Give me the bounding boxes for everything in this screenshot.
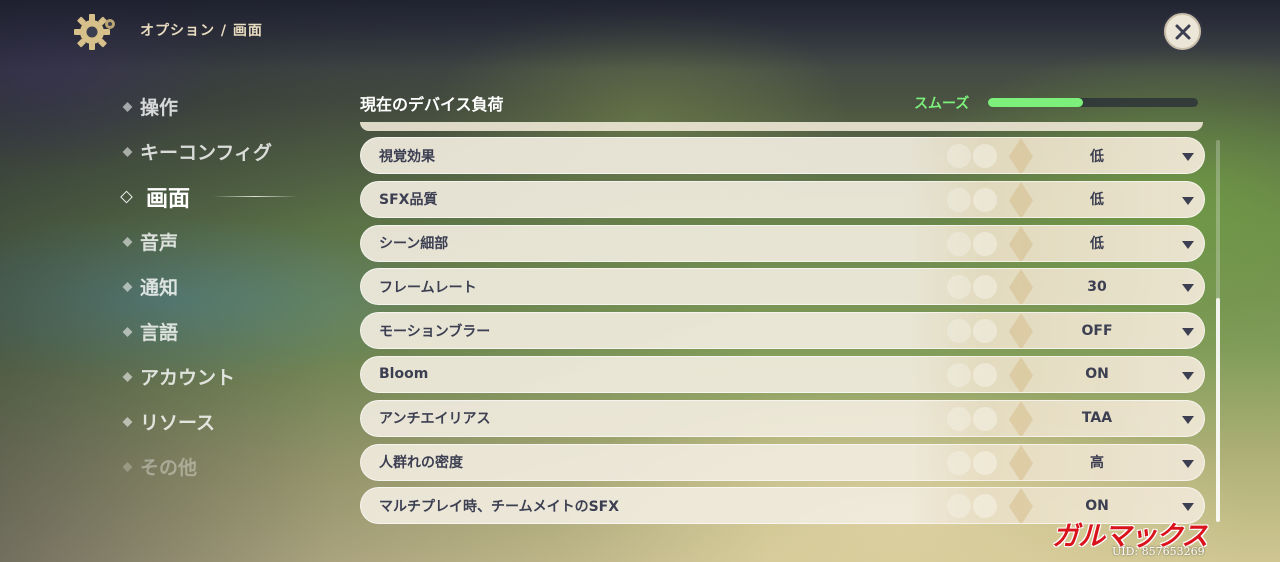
- chevron-down-icon: [1182, 240, 1194, 249]
- sidebar-item-other[interactable]: その他: [120, 444, 340, 489]
- sidebar-item-label: その他: [140, 457, 198, 479]
- diamond-ornament: [947, 356, 1033, 392]
- chevron-down-icon: [1182, 503, 1194, 512]
- sidebar-item-notifications[interactable]: 通知: [120, 264, 340, 309]
- sidebar-item-language[interactable]: 言語: [120, 309, 340, 354]
- sidebar-item-graphics[interactable]: 画面: [120, 174, 340, 219]
- diamond-icon: [122, 236, 133, 247]
- device-load-title: 現在のデバイス負荷: [360, 95, 504, 114]
- setting-label: アンチエイリアス: [379, 411, 491, 428]
- diamond-icon: [122, 371, 133, 382]
- setting-value: 低: [1090, 192, 1104, 209]
- chevron-down-icon: [1182, 459, 1194, 468]
- sidebar-item-label: 通知: [140, 277, 179, 299]
- diamond-icon: [122, 101, 133, 112]
- diamond-icon: [122, 461, 133, 472]
- setting-label: シーン細部: [379, 236, 449, 253]
- sidebar-item-account[interactable]: アカウント: [120, 354, 340, 399]
- diamond-icon: [122, 281, 133, 292]
- setting-row-motion-blur[interactable]: モーションブラー OFF: [360, 312, 1205, 350]
- active-indicator: [212, 196, 298, 197]
- setting-value: 低: [1090, 148, 1104, 165]
- diamond-ornament: [947, 313, 1033, 349]
- gear-icon: [74, 14, 115, 50]
- setting-row-visual-effects[interactable]: 視覚効果 低: [360, 137, 1205, 174]
- sidebar-item-controls[interactable]: 操作: [120, 84, 340, 129]
- chevron-down-icon: [1182, 328, 1194, 337]
- setting-row-frame-rate[interactable]: フレームレート 30: [360, 268, 1205, 306]
- setting-row-sfx-quality[interactable]: SFX品質 低: [360, 180, 1205, 218]
- diamond-ornament: [947, 488, 1033, 524]
- sidebar-item-label: アカウント: [140, 367, 236, 389]
- sidebar-item-key-config[interactable]: キーコンフィグ: [120, 129, 340, 174]
- setting-label: 人群れの密度: [379, 455, 463, 472]
- diamond-ornament: [947, 444, 1033, 480]
- chevron-down-icon: [1182, 196, 1194, 205]
- close-button[interactable]: [1164, 13, 1201, 50]
- diamond-icon: [120, 190, 133, 203]
- chevron-down-icon: [1182, 371, 1194, 380]
- setting-label: SFX品質: [379, 192, 438, 209]
- diamond-icon: [122, 146, 133, 157]
- uid-label: UID: 857653269: [1112, 545, 1205, 558]
- diamond-ornament: [947, 400, 1033, 436]
- sidebar-item-label: キーコンフィグ: [140, 142, 273, 164]
- sidebar-item-label: 音声: [140, 232, 179, 254]
- list-item-partial: [360, 122, 1203, 131]
- scrollbar-thumb[interactable]: [1216, 298, 1220, 522]
- setting-row-scene-detail[interactable]: シーン細部 低: [360, 224, 1205, 262]
- chevron-down-icon: [1182, 415, 1194, 424]
- sidebar: 操作 キーコンフィグ 画面 音声 通知 言語 アカウント リソース その他: [120, 84, 340, 489]
- sidebar-item-label: リソース: [140, 412, 216, 434]
- diamond-ornament: [947, 138, 1033, 173]
- diamond-ornament: [947, 225, 1033, 261]
- diamond-icon: [122, 416, 133, 427]
- setting-row-anti-aliasing[interactable]: アンチエイリアス TAA: [360, 399, 1205, 437]
- setting-row-bloom[interactable]: Bloom ON: [360, 355, 1205, 393]
- setting-label: Bloom: [379, 366, 429, 383]
- setting-value: 高: [1090, 455, 1104, 472]
- device-load-status: スムーズ: [914, 96, 970, 112]
- sidebar-item-resources[interactable]: リソース: [120, 399, 340, 444]
- sidebar-item-label: 画面: [146, 186, 191, 212]
- setting-label: フレームレート: [379, 279, 477, 296]
- setting-value: 30: [1087, 278, 1107, 295]
- close-icon: [1175, 24, 1190, 39]
- sidebar-item-audio[interactable]: 音声: [120, 219, 340, 264]
- diamond-ornament: [947, 269, 1033, 305]
- sidebar-item-label: 操作: [140, 97, 179, 119]
- device-load-bar: [988, 98, 1198, 107]
- setting-value: ON: [1085, 366, 1109, 383]
- diamond-ornament: [947, 181, 1033, 217]
- setting-value: ON: [1085, 497, 1109, 514]
- setting-label: マルチプレイ時、チームメイトのSFX: [379, 498, 620, 515]
- breadcrumb: オプション / 画面: [140, 23, 263, 39]
- chevron-down-icon: [1182, 284, 1194, 293]
- setting-value: OFF: [1081, 322, 1113, 339]
- sidebar-item-label: 言語: [140, 322, 179, 344]
- setting-label: 視覚効果: [379, 148, 435, 165]
- setting-row-crowd-density[interactable]: 人群れの密度 高: [360, 443, 1205, 481]
- device-load-fill: [988, 98, 1083, 107]
- settings-list: 視覚効果 低 SFX品質 低 シーン細部 低 フレームレート 30 モーションブ…: [360, 137, 1205, 531]
- setting-label: モーションブラー: [379, 323, 491, 340]
- chevron-down-icon: [1182, 153, 1194, 161]
- setting-value: TAA: [1081, 410, 1113, 427]
- setting-value: 低: [1090, 236, 1104, 253]
- diamond-icon: [122, 326, 133, 337]
